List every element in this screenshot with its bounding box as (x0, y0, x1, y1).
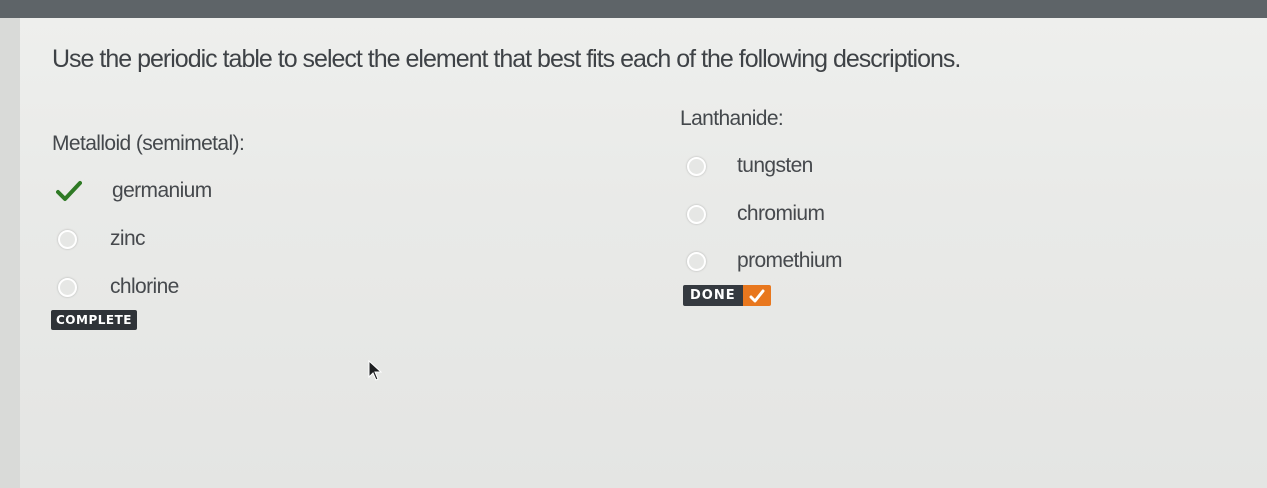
option-label: germanium (112, 179, 212, 202)
done-button[interactable]: DONE (683, 285, 771, 306)
instructions-text: Use the periodic table to select the ele… (52, 45, 961, 73)
option-label: chromium (737, 202, 825, 225)
option-zinc[interactable]: zinc (58, 225, 146, 253)
question-metalloid-label: Metalloid (semimetal): (52, 132, 245, 155)
mouse-cursor-icon (368, 359, 383, 382)
radio-icon[interactable] (687, 204, 706, 224)
option-chlorine[interactable]: chlorine (58, 273, 179, 301)
radio-icon[interactable] (687, 251, 706, 271)
window-top-bar (0, 0, 1267, 18)
question-panel (20, 18, 1267, 488)
option-label: zinc (110, 227, 146, 250)
option-label: tungsten (737, 154, 813, 177)
checkmark-icon (742, 285, 771, 306)
option-promethium[interactable]: promethium (687, 247, 842, 275)
option-label: chlorine (110, 275, 179, 298)
option-germanium[interactable]: germanium (56, 177, 212, 205)
checkmark-icon (56, 179, 82, 203)
option-label: promethium (737, 249, 842, 272)
complete-badge: COMPLETE (51, 310, 137, 330)
option-chromium[interactable]: chromium (687, 200, 825, 228)
radio-icon[interactable] (58, 229, 77, 249)
question-lanthanide-label: Lanthanide: (680, 107, 784, 130)
radio-icon[interactable] (687, 156, 706, 176)
option-tungsten[interactable]: tungsten (687, 152, 813, 180)
radio-icon[interactable] (58, 277, 77, 297)
done-label: DONE (683, 285, 743, 306)
